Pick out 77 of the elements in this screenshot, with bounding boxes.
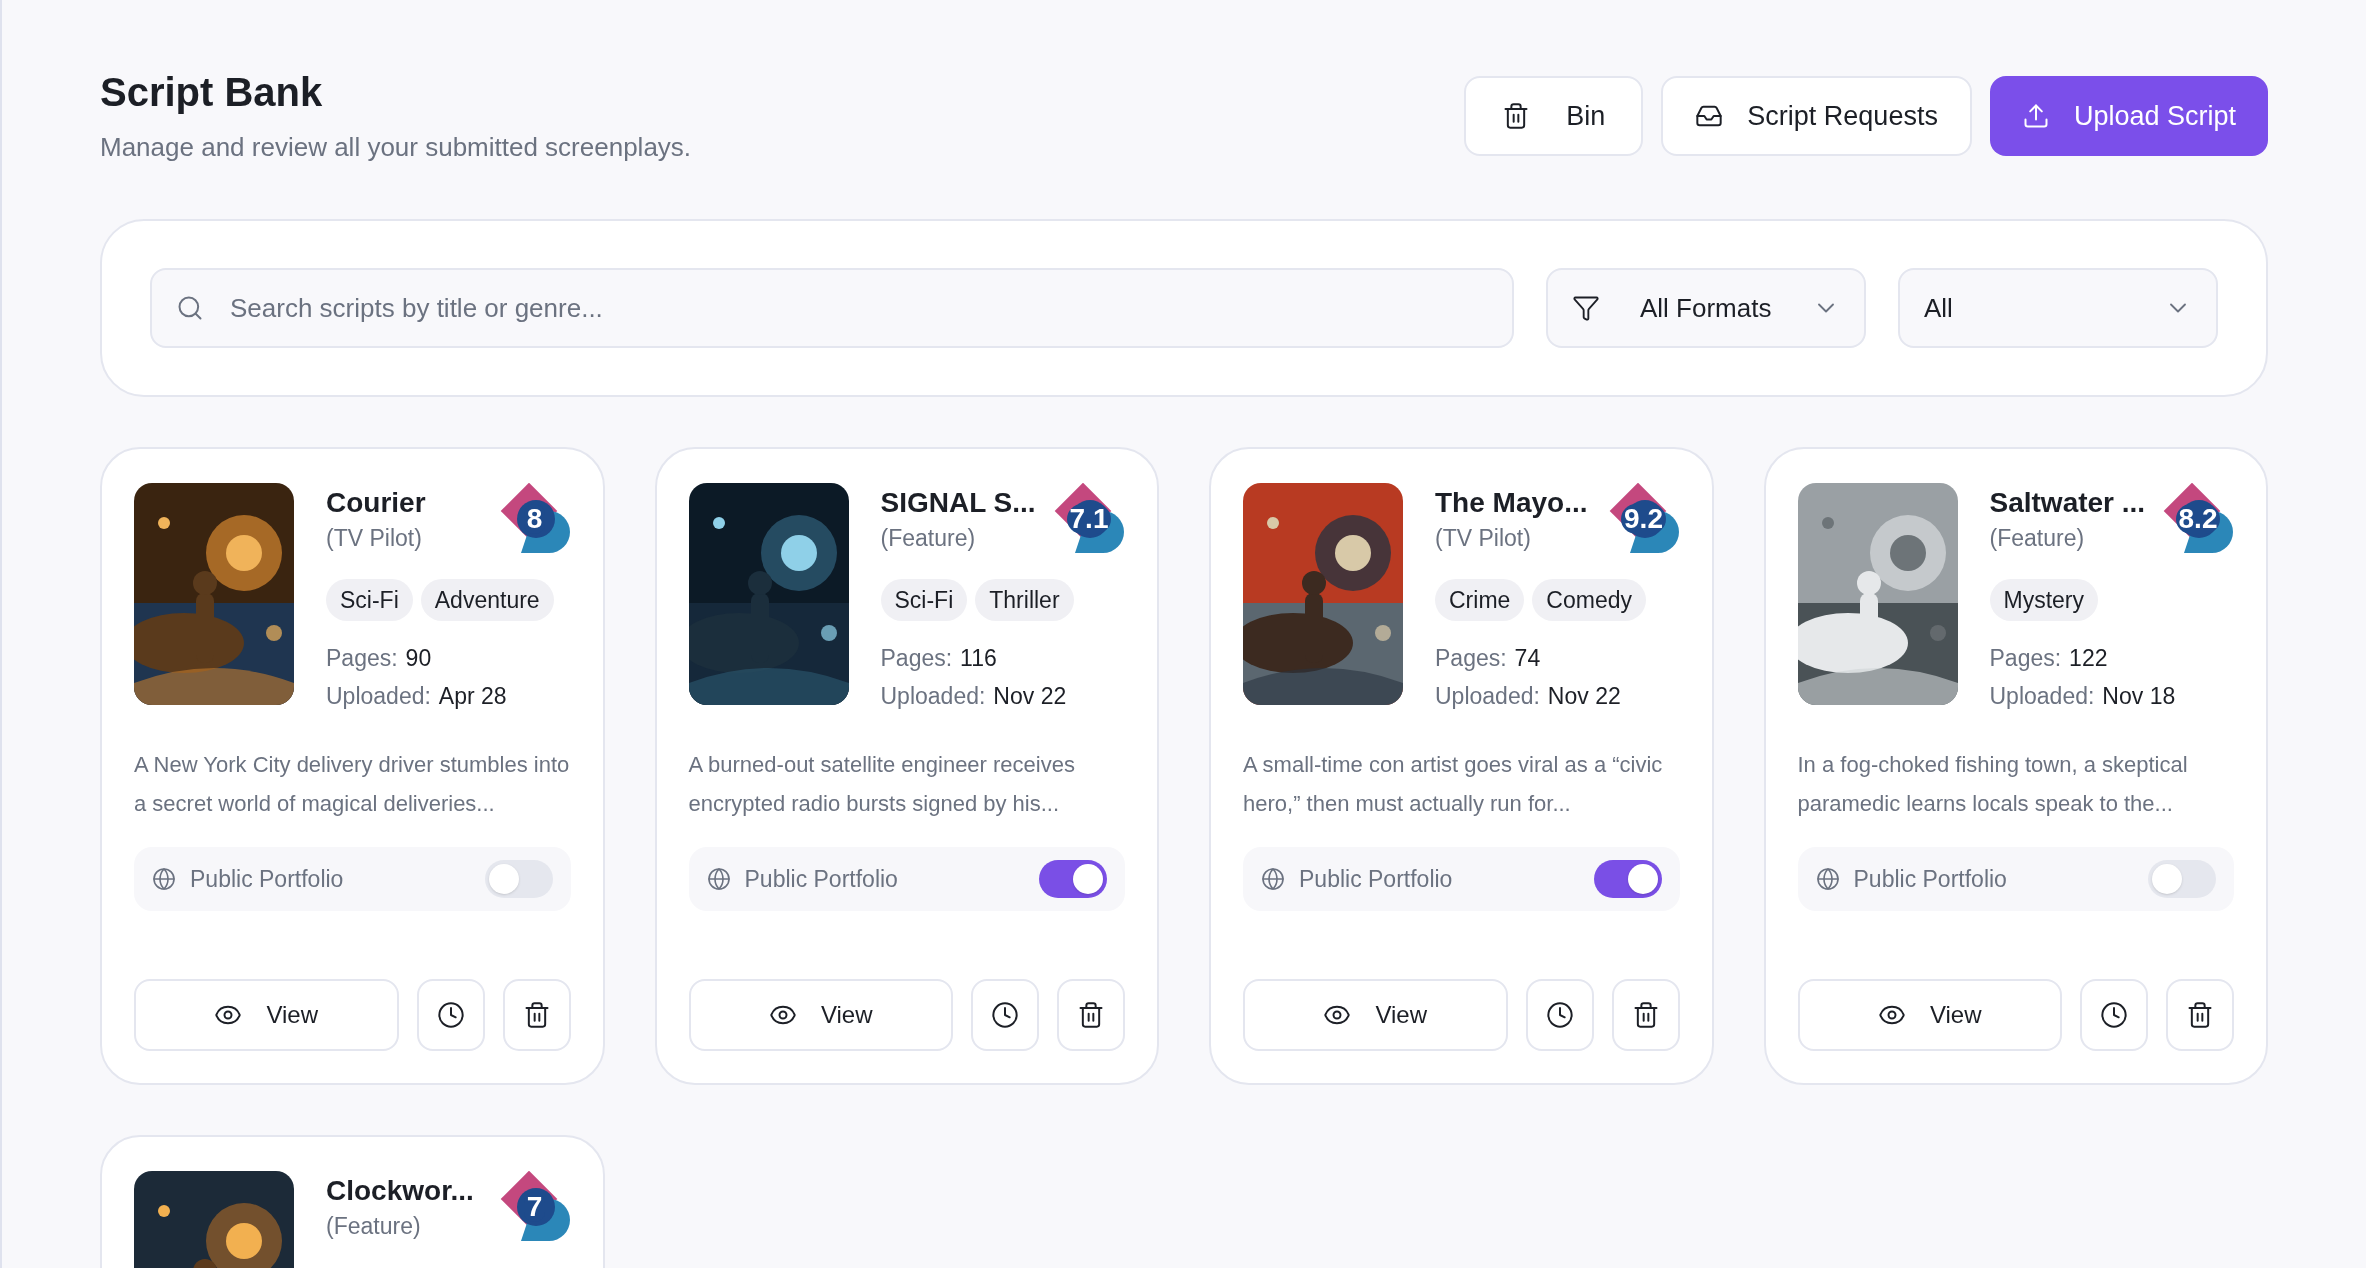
portfolio-label: Public Portfolio	[190, 864, 345, 894]
pages-label: Pages:	[880, 644, 953, 673]
script-title: Courier	[326, 486, 426, 520]
clock-icon	[991, 1001, 1019, 1029]
bin-button[interactable]: Bin	[1464, 76, 1644, 156]
pages-value: 122	[2069, 644, 2108, 673]
script-title: Saltwater ...	[1989, 486, 2146, 520]
search-icon	[176, 294, 204, 322]
uploaded-label: Uploaded:	[1989, 682, 2095, 711]
history-button[interactable]	[1525, 979, 1594, 1051]
uploaded-date: Apr 28	[438, 682, 507, 711]
uploaded-date: Nov 18	[2102, 682, 2176, 711]
history-button[interactable]	[971, 979, 1039, 1051]
upload-script-button[interactable]: Upload Script	[1989, 76, 2268, 156]
globe-icon	[152, 867, 176, 891]
globe-icon	[1261, 867, 1285, 891]
script-description: A burned-out satellite engineer receives encrypted radio bursts signed by his...	[688, 751, 1076, 818]
delete-button[interactable]	[1057, 979, 1125, 1051]
script-description: In a fog-choked fishing town, a skeptical paramedic learns locals speak to the...	[1797, 751, 2189, 818]
page-title: Script Bank	[100, 69, 324, 116]
genre-tag: Crime	[1435, 579, 1525, 621]
trash-icon	[1077, 1001, 1105, 1029]
uploaded-date: Nov 22	[993, 682, 1067, 711]
pages-label: Pages:	[326, 644, 398, 673]
script-title: The Mayo...	[1435, 486, 1588, 520]
pages-value: 90	[405, 644, 432, 673]
genre-tag: Sci-Fi	[880, 579, 968, 621]
public-toggle[interactable]	[1593, 860, 1662, 898]
status-dropdown[interactable]: All	[1898, 268, 2218, 348]
filter-icon	[1572, 294, 1600, 322]
public-toggle[interactable]	[1039, 860, 1107, 898]
script-title: Clockwor...	[326, 1174, 474, 1208]
script-format: (Feature)	[1989, 524, 2086, 553]
pages-value: 74	[1514, 644, 1541, 673]
genre-tag: Comedy	[1532, 579, 1646, 621]
public-toggle[interactable]	[2148, 860, 2216, 898]
history-button[interactable]	[416, 979, 485, 1051]
script-format: (TV Pilot)	[326, 524, 423, 553]
search-field[interactable]: Search scripts by title or genre...	[150, 268, 1514, 348]
uploaded-label: Uploaded:	[326, 682, 431, 711]
portfolio-label: Public Portfolio	[1853, 864, 2008, 894]
view-button[interactable]: View	[1797, 979, 2062, 1051]
delete-button[interactable]	[2166, 979, 2234, 1051]
delete-button[interactable]	[1611, 979, 1680, 1051]
portfolio-label: Public Portfolio	[744, 864, 899, 894]
script-format: (TV Pilot)	[1435, 524, 1532, 553]
portfolio-label: Public Portfolio	[1299, 864, 1454, 894]
history-button[interactable]	[2080, 979, 2148, 1051]
script-title: SIGNAL S...	[880, 486, 1036, 520]
script-format: (Feature)	[326, 1212, 422, 1241]
page-subtitle: Manage and review all your submitted screenplays.	[100, 131, 692, 164]
uploaded-label: Uploaded:	[1435, 682, 1540, 711]
view-button[interactable]: View	[1243, 979, 1508, 1051]
clock-icon	[2100, 1001, 2128, 1029]
pages-label: Pages:	[1989, 644, 2062, 673]
globe-icon	[706, 867, 731, 891]
trash-icon	[2186, 1001, 2214, 1029]
delete-button[interactable]	[502, 979, 571, 1051]
clock-icon	[436, 1001, 465, 1029]
globe-icon	[1815, 867, 1840, 891]
format-dropdown[interactable]: All Formats	[1546, 268, 1866, 348]
script-description: A small-time con artist goes viral as a “civic hero,” then must actually run for...	[1243, 751, 1664, 818]
pages-label: Pages:	[1435, 644, 1507, 673]
script-description: A New York City delivery driver stumbles into a secret world of magical deliveries...	[134, 751, 571, 818]
genre-tag: Mystery	[1989, 579, 2098, 621]
script-format: (Feature)	[880, 524, 977, 553]
clock-icon	[1545, 1001, 1574, 1029]
genre-tag: Sci-Fi	[326, 579, 413, 621]
public-toggle[interactable]	[484, 860, 553, 898]
script-requests-button[interactable]: Script Requests	[1661, 76, 1972, 156]
uploaded-label: Uploaded:	[880, 682, 986, 711]
view-button[interactable]: View	[688, 979, 953, 1051]
view-button[interactable]: View	[134, 979, 399, 1051]
pages-value: 116	[960, 644, 997, 673]
genre-tag: Adventure	[420, 579, 554, 621]
uploaded-date: Nov 22	[1547, 682, 1621, 711]
genre-tag: Thriller	[975, 579, 1074, 621]
